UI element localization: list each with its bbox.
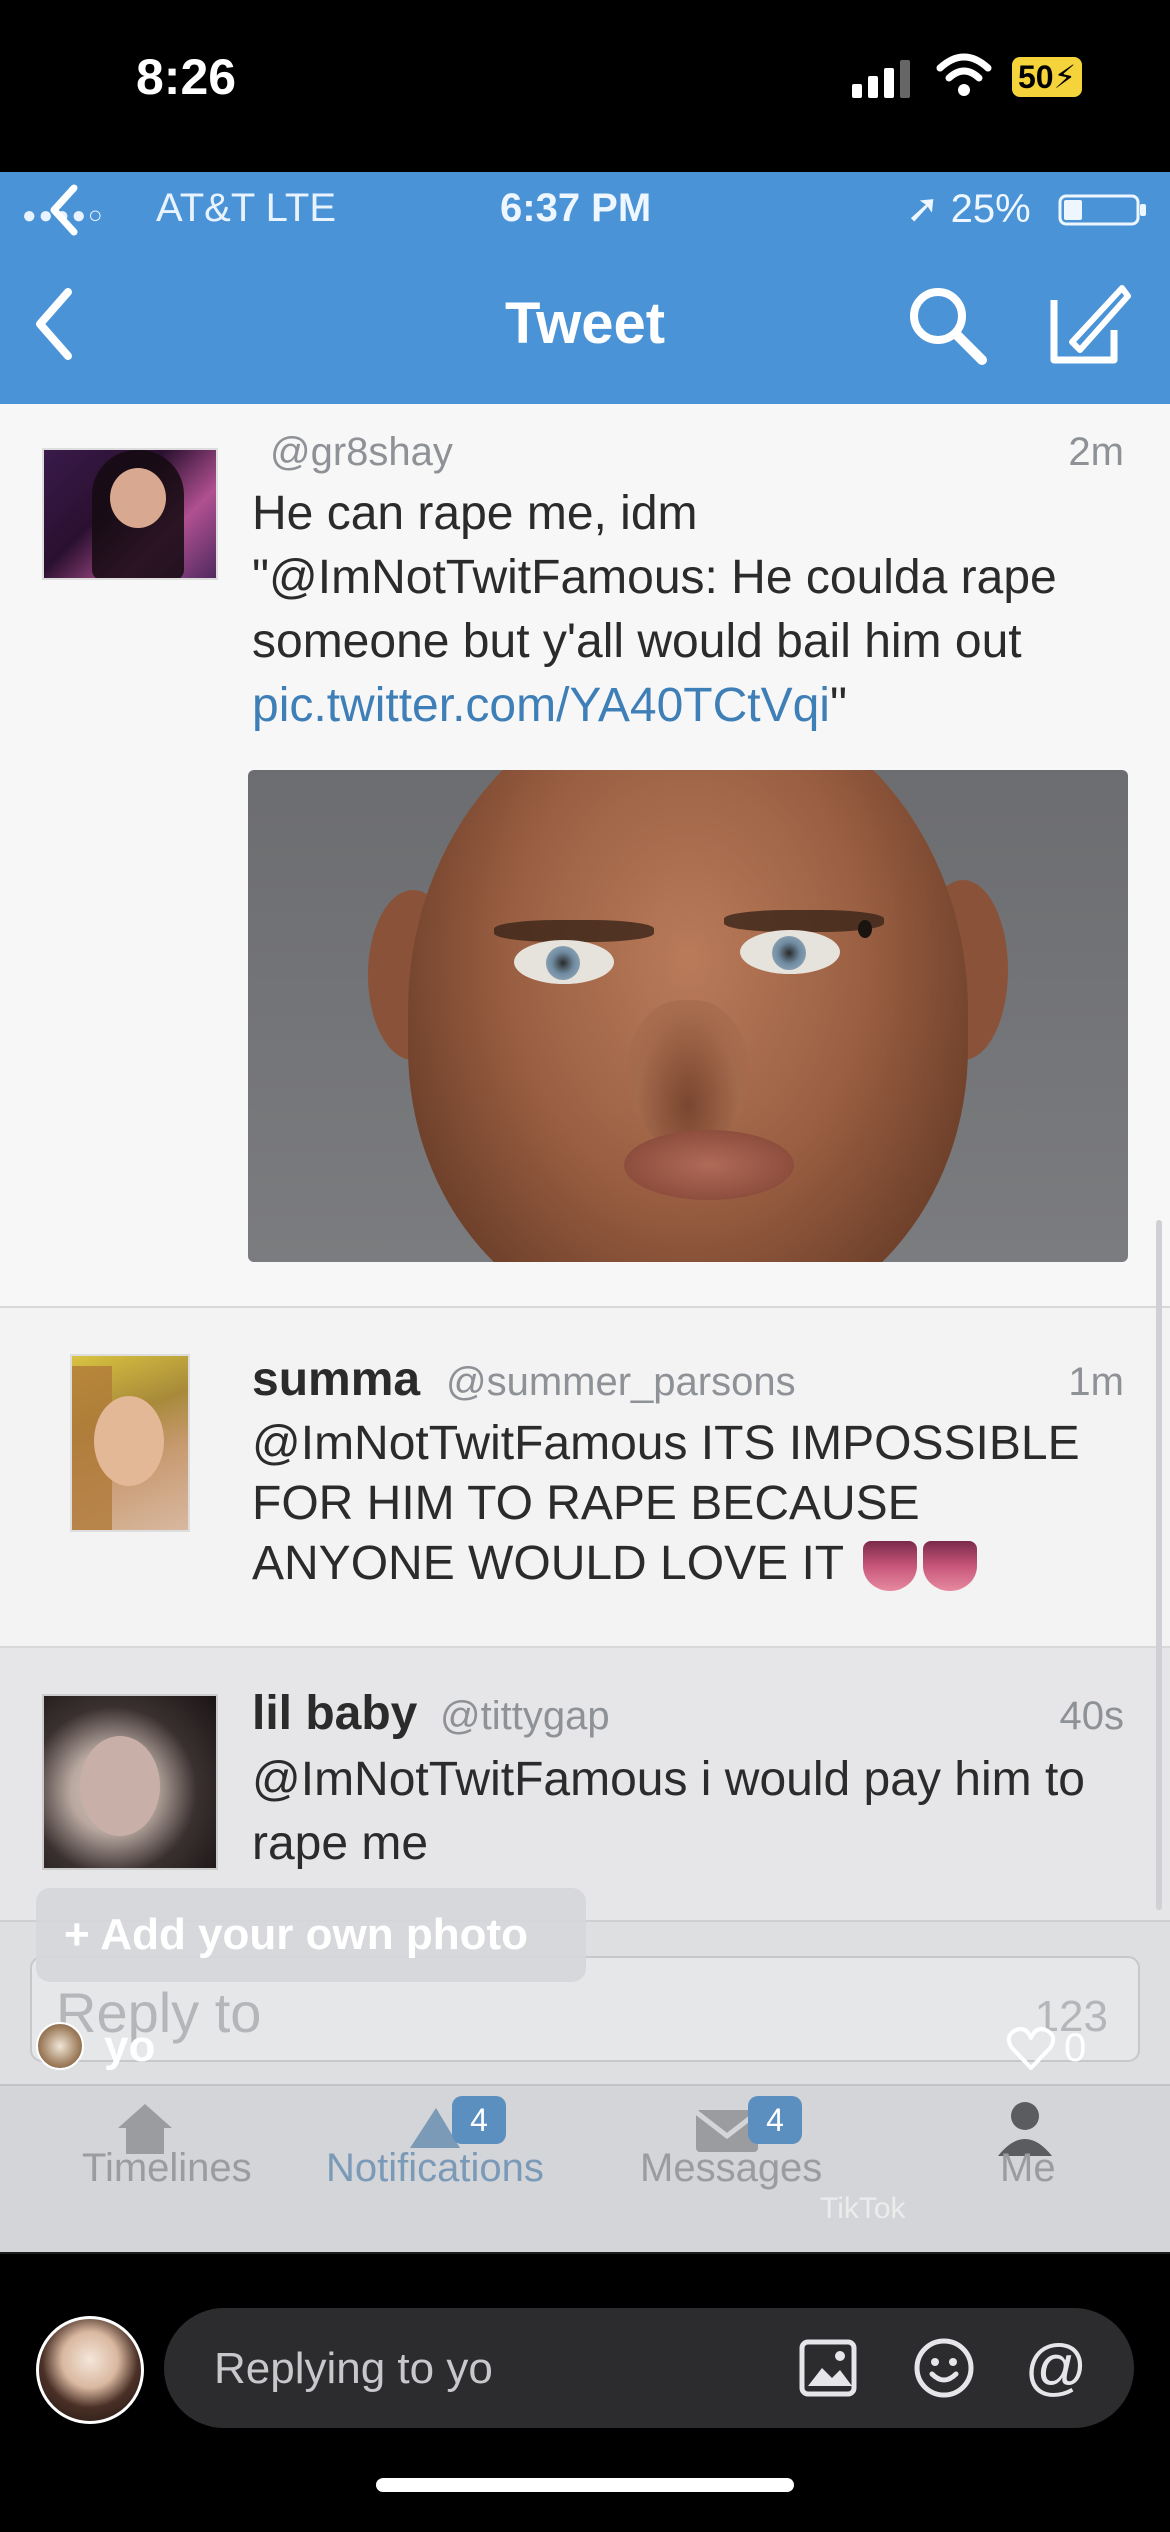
- os-time: 8:26: [136, 49, 237, 105]
- back-chevron-icon[interactable]: [44, 182, 84, 238]
- avatar[interactable]: [70, 1354, 190, 1532]
- tweet-text-line: He can rape me, idm: [252, 487, 698, 540]
- tweet-quote-close: ": [829, 679, 848, 732]
- home-indicator: [376, 2478, 794, 2492]
- wifi-icon: [936, 53, 992, 96]
- emoji-icon[interactable]: [912, 2336, 976, 2400]
- compose-icon[interactable]: [1044, 280, 1132, 368]
- reply-placeholder: Reply to: [56, 1981, 262, 2044]
- tiktok-watermark: TikTok: [820, 2192, 906, 2225]
- mention-icon[interactable]: @: [1024, 2336, 1088, 2400]
- photo-iris: [772, 936, 806, 970]
- add-photo-label: + Add your own photo: [64, 1910, 528, 1959]
- creator-username[interactable]: yo: [104, 2022, 155, 2072]
- reply-time: 1m: [1068, 1360, 1124, 1404]
- inner-battery-value: 25%: [950, 187, 1031, 231]
- search-icon[interactable]: [906, 284, 988, 366]
- carrier-label: AT&T LTE: [156, 186, 337, 230]
- reply-field-placeholder: Replying to yo: [214, 2344, 493, 2393]
- creator-avatar[interactable]: [36, 2022, 84, 2070]
- avatar[interactable]: [42, 1694, 218, 1870]
- reply-handle[interactable]: @summer_parsons: [446, 1360, 796, 1405]
- photo-eye: [740, 930, 840, 974]
- add-photo-button[interactable]: + Add your own photo: [36, 1888, 586, 1982]
- reply-name[interactable]: lil baby: [252, 1686, 417, 1741]
- tab-timelines[interactable]: Timelines: [82, 2146, 252, 2191]
- tweet-handle[interactable]: @gr8shay: [270, 430, 453, 475]
- photo-iris: [546, 946, 580, 980]
- tongue-emoji-icon: [922, 1541, 977, 1592]
- tongue-emoji-icon: [862, 1541, 917, 1592]
- image-icon[interactable]: [796, 2336, 860, 2400]
- os-status-bar: 8:26 50⚡: [0, 0, 1170, 172]
- battery-indicator: 50⚡: [1012, 57, 1083, 97]
- reply-text: @ImNotTwitFamous ITS IMPOSSIBLE FOR HIM …: [252, 1414, 1132, 1594]
- photo-lips: [624, 1130, 794, 1200]
- reply-name[interactable]: summa: [252, 1352, 420, 1407]
- reply-tweet[interactable]: lil baby @tittygap 40s @ImNotTwitFamous …: [0, 1648, 1170, 1922]
- notifications-badge: 4: [452, 2096, 506, 2144]
- tweet-photo[interactable]: [248, 770, 1128, 1262]
- photo-tattoo: [858, 920, 872, 938]
- like-count: 0: [1064, 2026, 1087, 2070]
- tweet-time: 2m: [1068, 430, 1124, 474]
- navigation-bar: Tweet: [0, 244, 1170, 404]
- tweet-quote-text: "@ImNotTwitFamous: He coulda rape someon…: [252, 551, 1057, 668]
- tab-messages[interactable]: Messages: [640, 2146, 822, 2191]
- messages-badge: 4: [748, 2096, 802, 2144]
- bottom-reply-bar: Replying to yo @: [0, 2252, 1170, 2532]
- reply-text: @ImNotTwitFamous i would pay him to rape…: [252, 1753, 1085, 1870]
- tab-notifications[interactable]: Notifications: [326, 2146, 544, 2191]
- tweet-quote: "@ImNotTwitFamous: He coulda rape someon…: [252, 546, 1132, 738]
- inner-time: 6:37 PM: [500, 186, 652, 230]
- photo-nose: [628, 1000, 748, 1150]
- tweet-link[interactable]: pic.twitter.com/YA40TCtVqi: [252, 679, 830, 732]
- avatar-face: [110, 468, 166, 528]
- reply-tweet[interactable]: summa @summer_parsons 1m @ImNotTwitFamou…: [0, 1308, 1170, 1648]
- inner-battery-percent: ➚ 25%: [906, 187, 1031, 231]
- reply-time: 40s: [1059, 1694, 1125, 1738]
- user-avatar[interactable]: [36, 2316, 144, 2424]
- page-title: Tweet: [504, 291, 666, 356]
- reply-field[interactable]: Replying to yo @: [164, 2308, 1134, 2428]
- heart-icon[interactable]: [1006, 2026, 1056, 2072]
- scrollbar[interactable]: [1156, 1220, 1162, 1910]
- tab-me[interactable]: Me: [1000, 2146, 1056, 2191]
- tab-bar: Timelines 4 Notifications 4 Messages Me: [0, 2084, 1170, 2252]
- main-tweet[interactable]: @gr8shay 2m He can rape me, idm "@ImNotT…: [0, 404, 1170, 1308]
- battery-icon: [1058, 194, 1146, 226]
- avatar[interactable]: [42, 448, 218, 580]
- inner-status-bar: ●●●●○ AT&T LTE 6:37 PM ➚ 25%: [0, 172, 1170, 244]
- photo-eye: [514, 940, 614, 984]
- tweet-text: He can rape me, idm "@ImNotTwitFamous: H…: [252, 482, 1132, 738]
- signal-icon: [852, 60, 910, 98]
- reply-handle[interactable]: @tittygap: [440, 1694, 610, 1739]
- avatar-face: [80, 1736, 160, 1836]
- photo-brow: [494, 920, 654, 942]
- avatar-face: [94, 1396, 164, 1486]
- battery-percent: 50: [1018, 59, 1054, 95]
